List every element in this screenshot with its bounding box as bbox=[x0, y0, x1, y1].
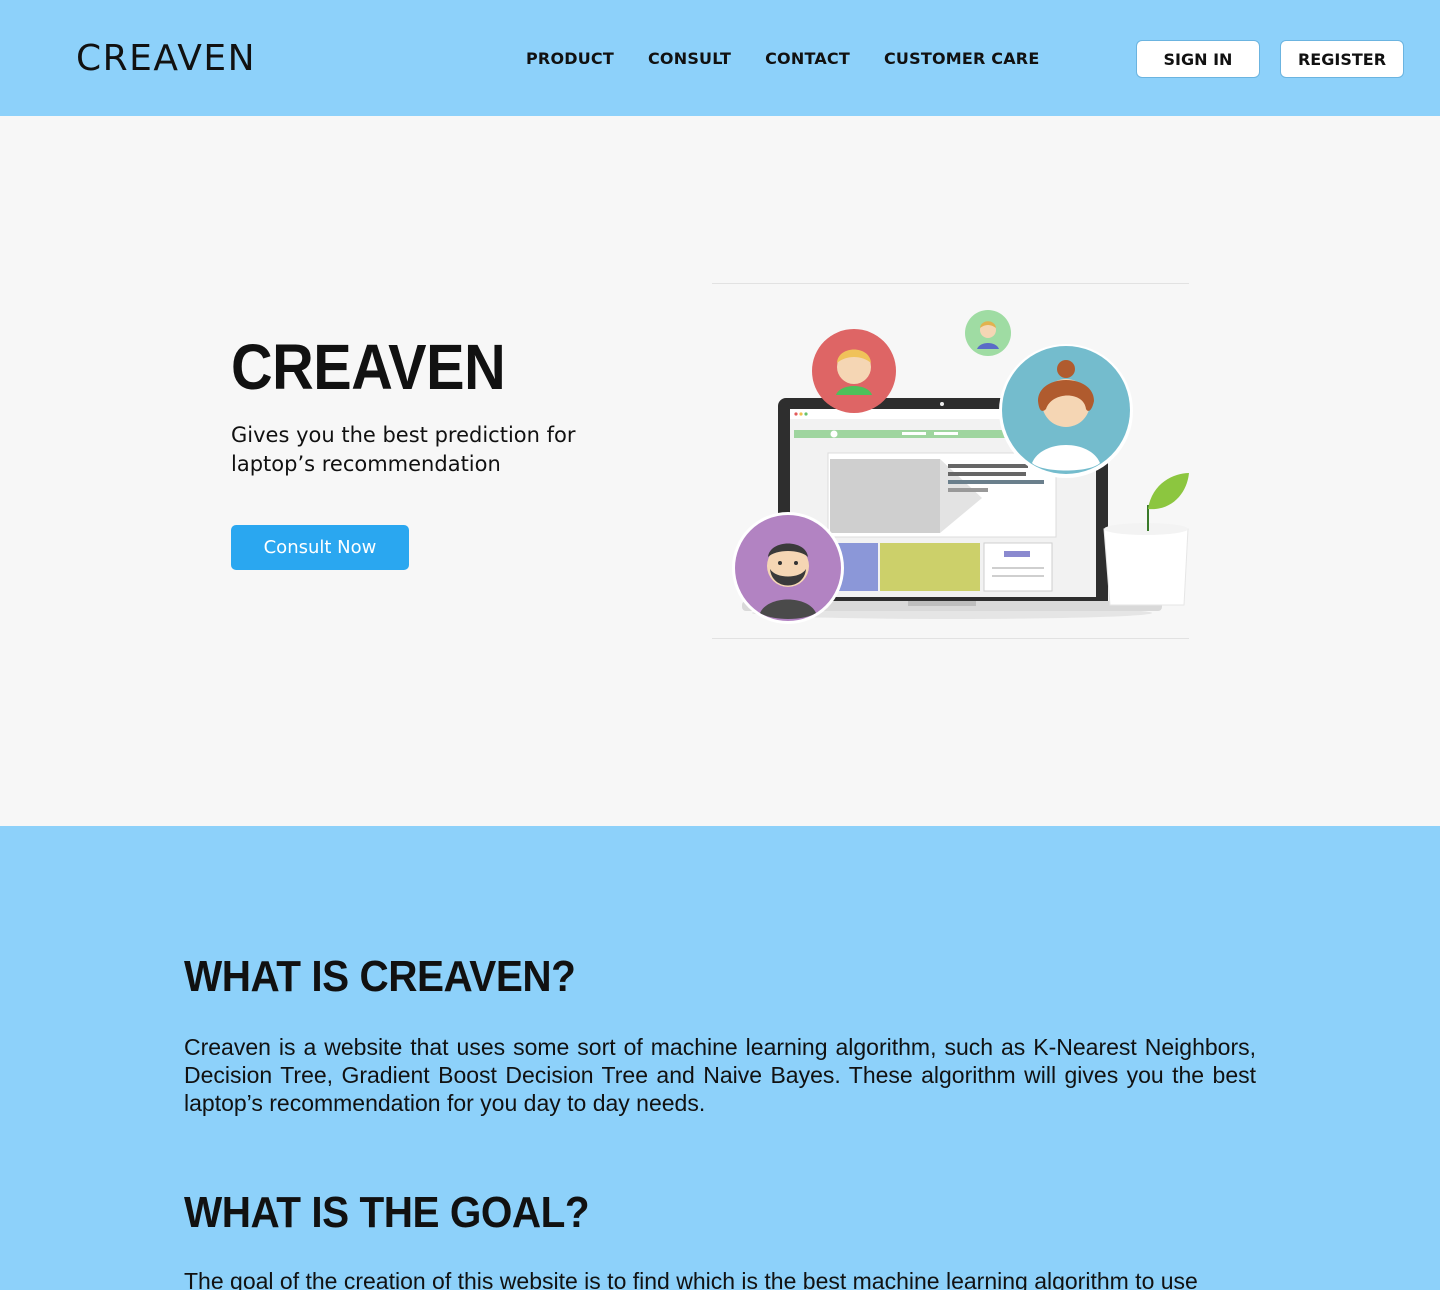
top-navbar: CREAVEN PRODUCT CONSULT CONTACT CUSTOMER… bbox=[0, 0, 1440, 116]
about-section: WHAT IS CREAVEN? Creaven is a website th… bbox=[0, 826, 1440, 1290]
nav-link-contact[interactable]: CONTACT bbox=[765, 49, 850, 68]
register-button[interactable]: REGISTER bbox=[1280, 40, 1404, 78]
main-nav: PRODUCT CONSULT CONTACT CUSTOMER CARE bbox=[526, 49, 1039, 68]
hero-title: CREAVEN bbox=[231, 331, 506, 403]
sign-in-button[interactable]: SIGN IN bbox=[1136, 40, 1260, 78]
hero-illustration bbox=[712, 283, 1189, 639]
hero-section: CREAVEN Gives you the best prediction fo… bbox=[0, 116, 1440, 826]
what-is-heading: WHAT IS CREAVEN? bbox=[184, 952, 576, 1001]
what-is-paragraph: Creaven is a website that uses some sort… bbox=[184, 1034, 1256, 1116]
nav-link-product[interactable]: PRODUCT bbox=[526, 49, 614, 68]
nav-link-consult[interactable]: CONSULT bbox=[648, 49, 731, 68]
nav-link-customer-care[interactable]: CUSTOMER CARE bbox=[884, 49, 1040, 68]
consult-now-button[interactable]: Consult Now bbox=[231, 525, 409, 570]
goal-paragraph: The goal of the creation of this website… bbox=[184, 1268, 1198, 1290]
goal-heading: WHAT IS THE GOAL? bbox=[184, 1188, 590, 1237]
brand-logo[interactable]: CREAVEN bbox=[76, 38, 256, 79]
hero-subtitle: Gives you the best prediction for laptop… bbox=[231, 423, 576, 476]
